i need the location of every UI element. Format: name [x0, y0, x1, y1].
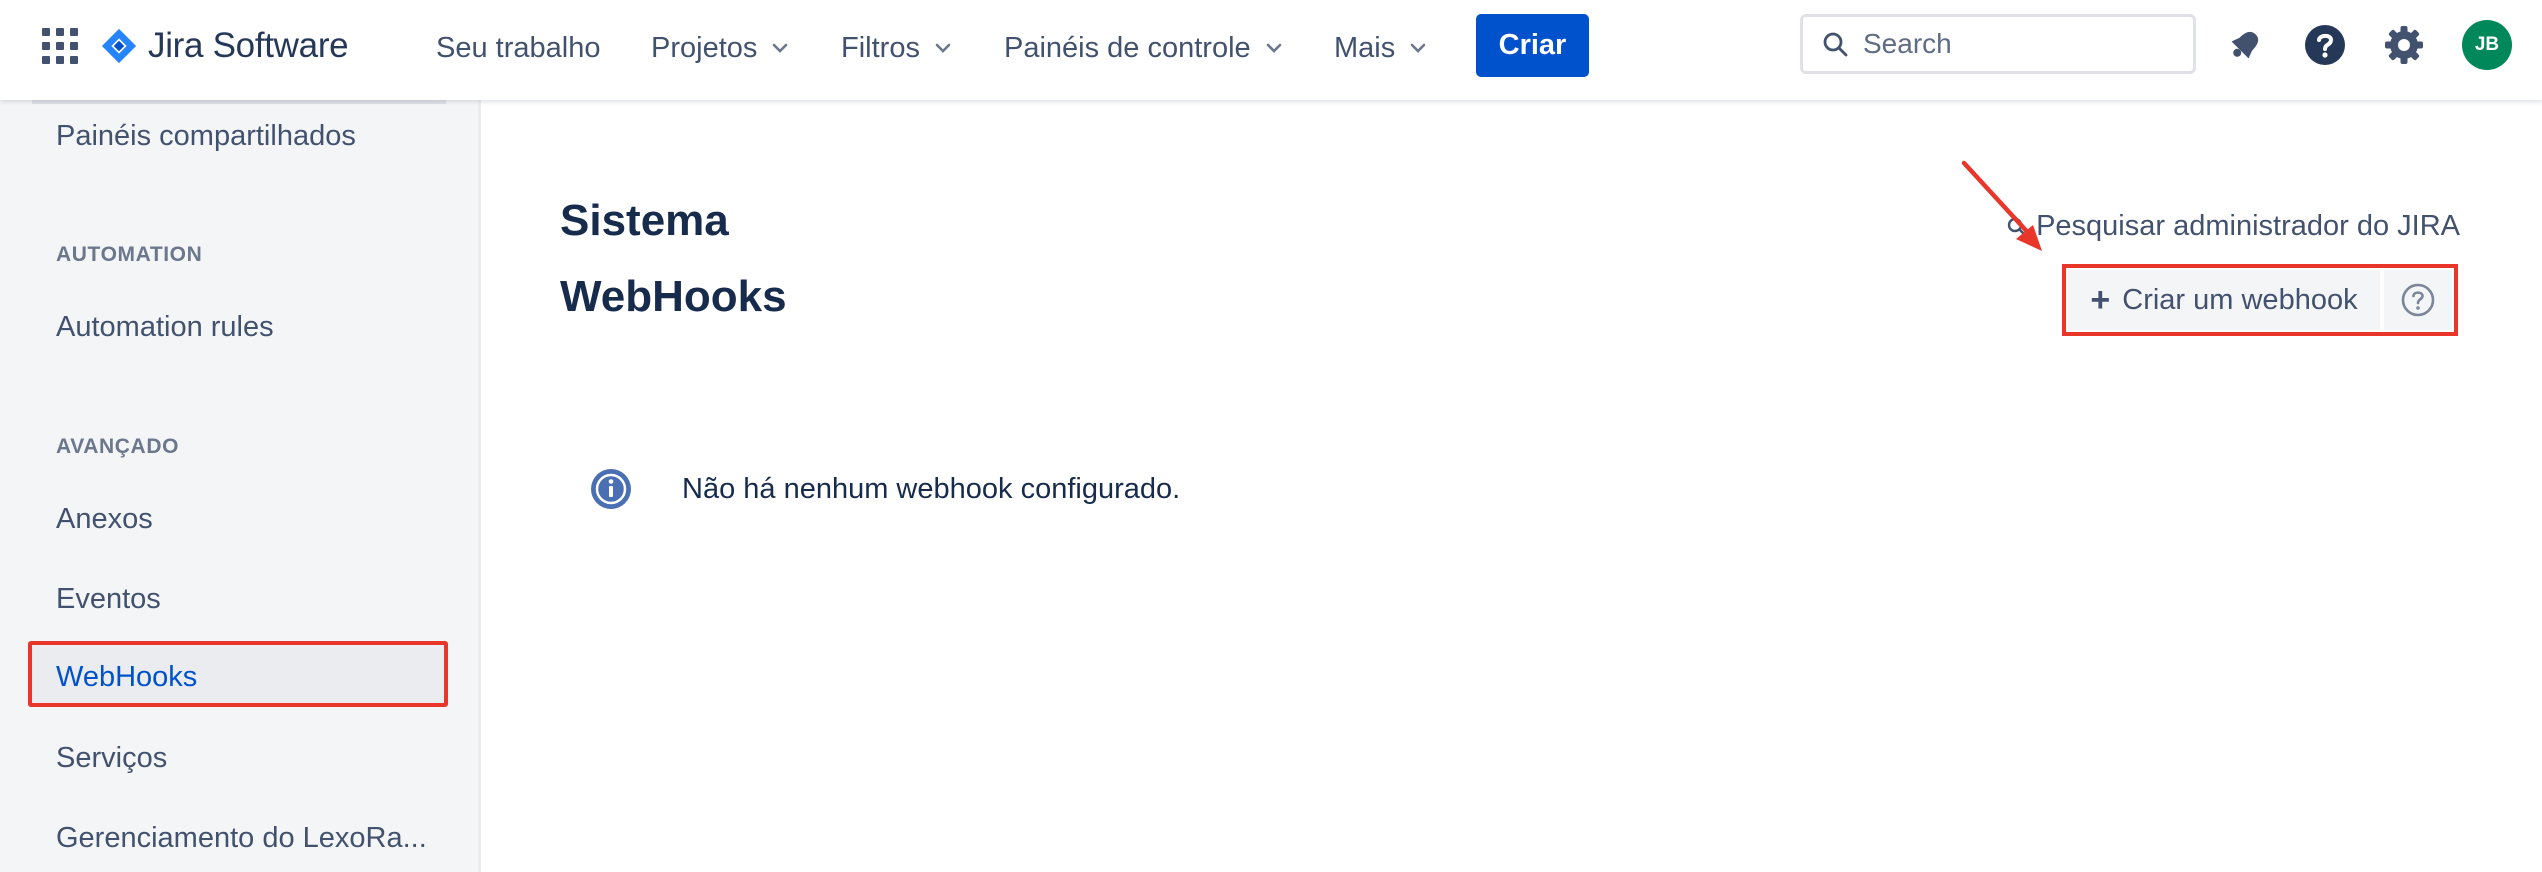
notifications-icon[interactable] [2222, 22, 2268, 68]
admin-search-link[interactable]: Pesquisar administrador do JIRA [2006, 210, 2460, 243]
sidebar-item-paineis-compartilhados[interactable]: Painéis compartilhados [56, 120, 356, 153]
nav-label: Painéis de controle [1004, 31, 1251, 64]
nav-label: Seu trabalho [436, 31, 601, 64]
nav-label: Projetos [651, 31, 758, 64]
nav-paineis-de-controle[interactable]: Painéis de controle [1004, 26, 1283, 70]
sidebar-item-webhooks[interactable]: WebHooks [28, 641, 448, 707]
app-switcher-icon[interactable] [42, 28, 78, 64]
sidebar-heading-avancado: AVANÇADO [56, 435, 180, 458]
annotation-arrow [1961, 160, 2042, 251]
jira-diamond-icon [101, 28, 137, 64]
chevron-down-icon [773, 43, 788, 53]
search-icon [1823, 32, 1848, 57]
sidebar-item-eventos[interactable]: Eventos [56, 583, 161, 616]
sidebar: Painéis compartilhados AUTOMATION Automa… [0, 100, 481, 872]
question-circle-icon [2401, 283, 2435, 317]
plus-icon: + [2090, 280, 2111, 319]
sidebar-divider [32, 100, 446, 104]
chevron-down-icon [935, 43, 951, 53]
empty-state-message: Não há nenhum webhook configurado. [590, 468, 1180, 510]
section-title: Sistema [560, 196, 729, 245]
sidebar-item-automation-rules[interactable]: Automation rules [56, 311, 274, 344]
page-title: WebHooks [560, 272, 787, 321]
chevron-down-icon [1410, 43, 1426, 53]
search-input[interactable] [1861, 27, 2185, 61]
nav-mais[interactable]: Mais [1334, 26, 1427, 70]
sidebar-item-label: WebHooks [56, 661, 198, 693]
chevron-down-icon [1266, 43, 1281, 53]
help-icon[interactable] [2302, 22, 2348, 68]
nav-filtros[interactable]: Filtros [841, 26, 952, 70]
webhook-help-button[interactable] [2384, 270, 2452, 330]
nav-projetos[interactable]: Projetos [651, 26, 789, 70]
sidebar-item-servicos[interactable]: Serviços [56, 742, 167, 775]
info-icon [591, 469, 631, 509]
sidebar-item-anexos[interactable]: Anexos [56, 503, 153, 536]
sidebar-heading-automation: AUTOMATION [56, 243, 203, 266]
settings-icon[interactable] [2381, 22, 2427, 68]
admin-search-label: Pesquisar administrador do JIRA [2036, 210, 2460, 242]
sidebar-item-gerenciamento-lexora[interactable]: Gerenciamento do LexoRa... [56, 822, 427, 855]
empty-state-text: Não há nenhum webhook configurado. [682, 472, 1181, 505]
create-webhook-button[interactable]: + Criar um webhook [2068, 270, 2380, 330]
create-button[interactable]: Criar [1476, 14, 1589, 77]
logo-text: Jira Software [148, 26, 349, 65]
search-box[interactable] [1800, 14, 2196, 74]
top-navigation: Jira Software Seu trabalho Projetos Filt… [0, 0, 2542, 100]
nav-label: Mais [1334, 31, 1396, 64]
jira-logo[interactable]: Jira Software [100, 22, 349, 70]
nav-label: Filtros [841, 31, 920, 64]
avatar[interactable]: JB [2462, 20, 2512, 70]
nav-seu-trabalho[interactable]: Seu trabalho [436, 26, 600, 70]
create-webhook-label: Criar um webhook [2122, 283, 2358, 316]
